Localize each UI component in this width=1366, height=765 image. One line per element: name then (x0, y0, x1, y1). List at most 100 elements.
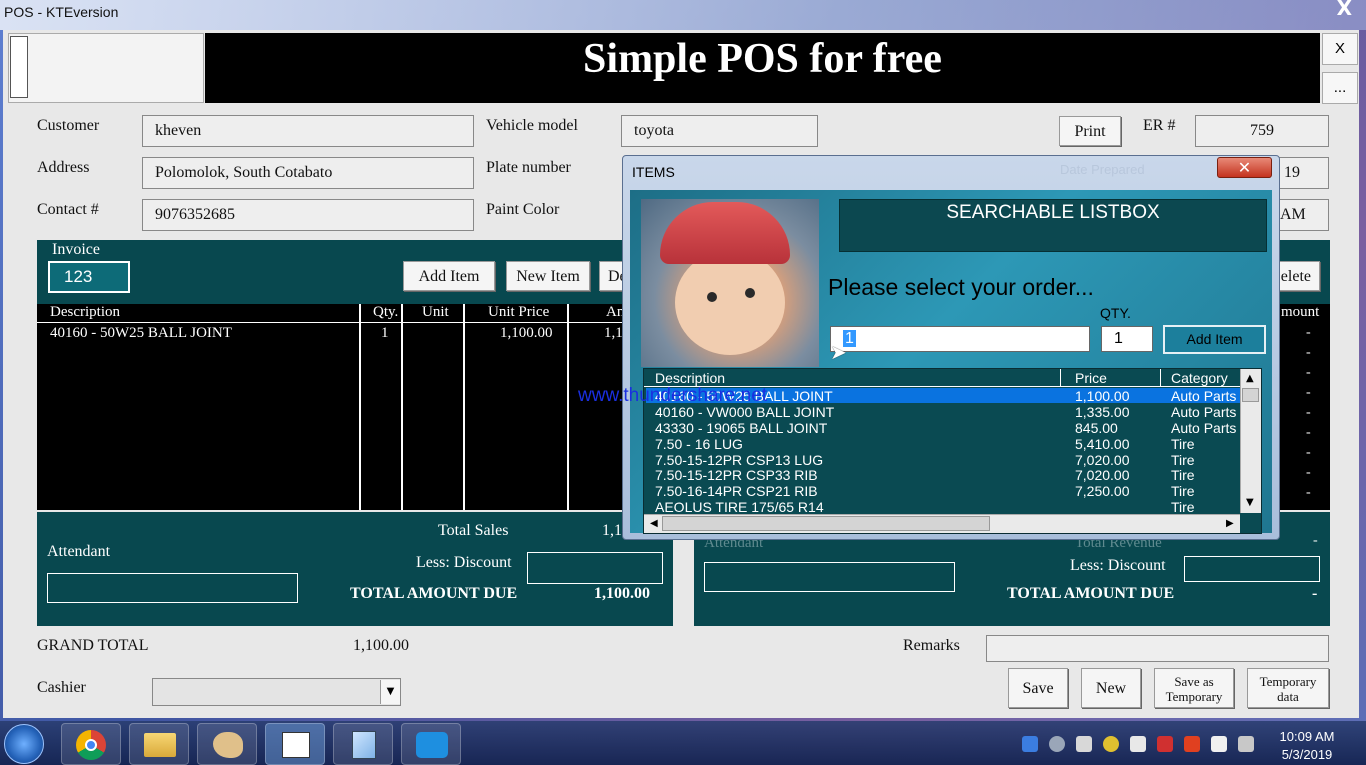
customer-label: Customer (37, 117, 100, 134)
amount-dash: - (1306, 425, 1311, 440)
total-sales-value-partial: 1,1 (602, 522, 622, 539)
faint-date-label: Date Prepared (1060, 162, 1145, 177)
app-title: Simple POS for free (583, 36, 942, 82)
paint-taskbar-button[interactable] (197, 723, 257, 765)
scroll-thumb-vertical[interactable] (1242, 388, 1259, 402)
vehicle-model-field[interactable]: toyota (621, 115, 818, 147)
er-number-label: ER # (1143, 117, 1176, 134)
attendant-label: Attendant (47, 543, 111, 560)
list-item-price: 5,410.00 (1075, 436, 1130, 452)
dialog-title: ITEMS (632, 164, 675, 180)
row-description[interactable]: 40160 - 50W25 BALL JOINT (50, 325, 232, 342)
qty-input[interactable]: 1 (1101, 326, 1153, 352)
col-unit-price: Unit Price (488, 304, 550, 320)
attendant-field-right[interactable] (704, 562, 955, 592)
attendant-field[interactable] (47, 573, 298, 603)
amount-dash: - (1306, 345, 1311, 360)
list-item-description[interactable]: 7.50 - 16 LUG (655, 436, 743, 452)
tray-volume-icon[interactable] (1130, 736, 1146, 752)
watermark-text: www.thundershare.net (578, 385, 768, 406)
app-close-button[interactable]: X (1322, 33, 1358, 65)
amount-dash: - (1306, 465, 1311, 480)
scroll-up-icon[interactable]: ▲ (1246, 373, 1254, 384)
row-unit-price: 1,100.00 (500, 325, 553, 341)
list-header-divider (1060, 369, 1061, 386)
contact-field[interactable]: 9076352685 (142, 199, 474, 231)
cashier-select[interactable] (152, 678, 401, 706)
discount-field[interactable] (527, 552, 663, 584)
save-button[interactable]: Save (1008, 668, 1068, 708)
window-title: POS - KTEversion (4, 4, 119, 20)
address-field[interactable]: Polomolok, South Cotabato (142, 157, 474, 189)
invoice-label: Invoice (52, 241, 100, 258)
dialog-close-button[interactable]: ✕ (1217, 157, 1272, 178)
grid-divider (359, 304, 361, 510)
col-amount-right: mount (1281, 304, 1320, 320)
vehicle-model-label: Vehicle model (486, 117, 578, 134)
scroll-thumb-horizontal[interactable] (662, 516, 990, 531)
scroll-left-icon[interactable]: ◀ (650, 518, 658, 529)
tray-drive-icon[interactable] (1076, 736, 1092, 752)
tray-cloud-icon[interactable] (1049, 736, 1065, 752)
discount-field-right[interactable] (1184, 556, 1320, 582)
list-item-category: Auto Parts (1171, 404, 1237, 420)
remarks-field[interactable] (986, 635, 1329, 662)
list-item-description[interactable]: 7.50-16-14PR CSP21 RIB (655, 483, 818, 499)
temp-data-line1: Temporary (1259, 674, 1317, 689)
grid-divider (401, 304, 403, 510)
total-due-value-right: - (1312, 585, 1318, 602)
add-item-button[interactable]: Add Item (403, 261, 495, 291)
list-item-price: 7,020.00 (1075, 467, 1130, 483)
list-item-description[interactable]: 7.50-15-12PR CSP13 LUG (655, 452, 823, 468)
er-number-field[interactable]: 759 (1195, 115, 1329, 147)
list-item-price: 1,100.00 (1075, 388, 1130, 404)
search-input[interactable]: 1 (830, 326, 1090, 352)
dialog-add-item-button[interactable]: Add Item (1163, 325, 1266, 354)
chevron-down-icon[interactable]: ▼ (380, 680, 400, 704)
customer-field[interactable]: kheven (142, 115, 474, 147)
new-button[interactable]: New (1081, 668, 1141, 708)
window-close-button[interactable]: X (1337, 0, 1352, 20)
list-col-price: Price (1075, 370, 1107, 386)
scroll-down-icon[interactable]: ▼ (1246, 497, 1254, 508)
clock-date: 5/3/2019 (1281, 747, 1333, 762)
pos-taskbar-button[interactable] (265, 723, 325, 765)
save-as-temporary-button[interactable]: Save as Temporary (1154, 668, 1234, 708)
chrome-taskbar-button[interactable] (61, 723, 121, 765)
paint-palette-icon (213, 732, 243, 758)
scroll-right-icon[interactable]: ▶ (1226, 518, 1234, 529)
tray-antivirus-icon[interactable] (1184, 736, 1200, 752)
tray-security-icon[interactable] (1103, 736, 1119, 752)
temporary-data-button[interactable]: Temporary data (1247, 668, 1329, 708)
contact-label: Contact # (37, 201, 99, 218)
list-item-description[interactable]: 7.50-15-12PR CSP33 RIB (655, 467, 818, 483)
list-item-category: Tire (1171, 452, 1195, 468)
app-more-button[interactable]: ... (1322, 72, 1358, 104)
col-unit: Unit (422, 304, 449, 320)
notepad-taskbar-button[interactable] (333, 723, 393, 765)
print-button[interactable]: Print (1059, 116, 1121, 146)
list-item-category: Auto Parts (1171, 388, 1237, 404)
tray-shield-icon[interactable] (1157, 736, 1173, 752)
window-titlebar (0, 0, 1366, 30)
list-item-price: 1,335.00 (1075, 404, 1130, 420)
invoice-number-field[interactable]: 123 (48, 261, 130, 293)
amount-dash: - (1306, 445, 1311, 460)
taskbar-clock[interactable]: 10:09 AM 5/3/2019 (1262, 728, 1352, 764)
list-item-price: 7,020.00 (1075, 452, 1130, 468)
tray-network-icon[interactable] (1022, 736, 1038, 752)
tray-display-icon[interactable] (1238, 736, 1254, 752)
recorder-taskbar-button[interactable] (401, 723, 461, 765)
tray-flag-icon[interactable] (1211, 736, 1227, 752)
explorer-taskbar-button[interactable] (129, 723, 189, 765)
photo-face (675, 250, 785, 355)
list-item-description[interactable]: AEOLUS TIRE 175/65 R14 (655, 499, 824, 515)
list-item-category: Tire (1171, 467, 1195, 483)
list-item-description[interactable]: 43330 - 19065 BALL JOINT (655, 420, 827, 436)
start-button-icon[interactable] (4, 724, 44, 764)
grid-divider (463, 304, 465, 510)
list-item-category: Tire (1171, 499, 1195, 515)
date-field-partial: 19 (1284, 164, 1300, 181)
new-item-button[interactable]: New Item (506, 261, 590, 291)
time-field-partial: AM (1280, 206, 1306, 223)
